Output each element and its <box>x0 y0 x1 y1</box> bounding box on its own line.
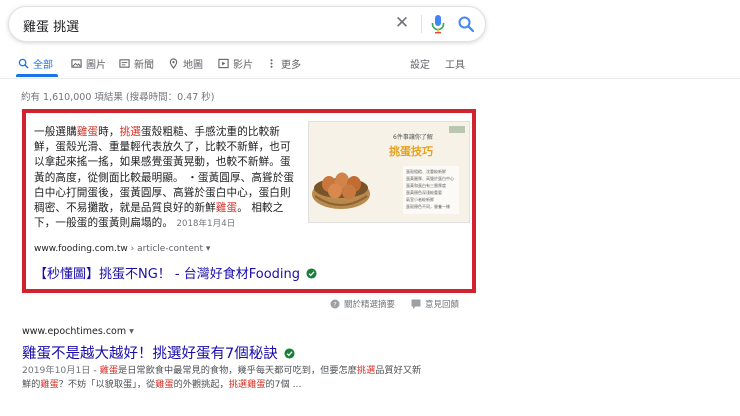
highlighted-term: 雞蛋 <box>155 379 174 390</box>
snippet-title: 【秒懂圖】挑蛋不NG！ - 台灣好食材Fooding <box>34 267 301 282</box>
result-url[interactable]: www.epochtimes.com ▾ <box>22 326 134 337</box>
about-label: 關於精選摘要 <box>344 300 396 310</box>
snippet-fragment: 的外觀挑起， <box>173 379 229 390</box>
video-icon <box>218 58 229 69</box>
snippet-fragment: 鮮的 <box>22 379 41 390</box>
tab-images[interactable]: 圖片 <box>71 56 106 71</box>
image-item: 蛋黃圓厚、高聳於蛋白中心 <box>406 175 454 181</box>
image-item: 蛋黃和蛋白有三層厚度 <box>406 182 446 188</box>
settings-link[interactable]: 設定 <box>410 56 430 71</box>
tools-link[interactable]: 工具 <box>445 56 465 71</box>
snippet-fragment: 蛋殼粗糙、手感沈重的比較新鮮，蛋殼光滑、重量輕代表放久了，比較不新鮮，也可以拿起… <box>34 126 295 215</box>
tab-news[interactable]: 新聞 <box>119 56 154 71</box>
image-header: 6件事讓你了解 <box>393 133 433 141</box>
egg-basket-illustration: 6件事讓你了解 挑蛋技巧 蛋殼粗糙、沈重較新鮮 蛋黃圓厚、高聳於蛋白中心 蛋黃和… <box>309 122 469 222</box>
tab-maps[interactable]: 地圖 <box>168 56 203 71</box>
snippet-date: 2018年1月4日 <box>176 219 236 230</box>
tab-all[interactable]: 全部 <box>18 56 53 71</box>
verified-badge-icon <box>284 348 295 359</box>
tab-label: 全部 <box>33 60 53 71</box>
logo-mark <box>449 126 465 133</box>
chevron-down-icon[interactable]: ▾ <box>129 326 134 337</box>
tab-videos[interactable]: 影片 <box>218 56 253 71</box>
snippet-image[interactable]: 6件事讓你了解 挑蛋技巧 蛋殼粗糙、沈重較新鮮 蛋黃圓厚、高聳於蛋白中心 蛋黃和… <box>308 121 470 223</box>
highlighted-term: 雞蛋 <box>215 202 238 215</box>
result-date: 2019年10月1日 <box>22 365 91 376</box>
url-domain: www.epochtimes.com <box>22 326 127 337</box>
snippet-fragment: - <box>90 365 100 376</box>
feedback-label: 意見回饋 <box>425 300 460 310</box>
highlighted-term: 雞蛋 <box>40 379 59 390</box>
snippet-fragment: 時， <box>98 126 120 138</box>
snippet-fragment: ？不妨「以貌取蛋」，從 <box>58 379 156 390</box>
image-item: 蛋黃顏色深淺較重要 <box>406 189 442 195</box>
highlighted-term: 挑選雞蛋 <box>228 379 266 390</box>
verified-badge-icon <box>306 268 317 279</box>
result-title: 雞蛋不是越大越好！挑選好蛋有7個秘訣 <box>22 346 278 362</box>
feedback-link[interactable]: 意見回饋 <box>411 298 459 310</box>
highlighted-term: 挑選 <box>356 365 376 376</box>
snippet-fragment: 是日常飲食中最常見的食物，幾乎每天都可吃到，但要怎麼 <box>118 365 357 376</box>
highlighted-term: 雞蛋 <box>99 365 119 376</box>
tab-more[interactable]: 更多 <box>266 56 301 71</box>
active-tab-indicator <box>16 74 58 77</box>
url-domain: www.fooding.com.tw <box>34 244 128 254</box>
tab-label: 新聞 <box>134 60 154 71</box>
highlighted-term: 挑選 <box>119 126 141 138</box>
snippet-fragment: 品質好又新 <box>375 365 422 376</box>
result-title-link[interactable]: 雞蛋不是越大越好！挑選好蛋有7個秘訣 <box>22 342 295 363</box>
image-title: 挑蛋技巧 <box>389 144 433 158</box>
snippet-text: 一般選購雞蛋時，挑選蛋殼粗糙、手感沈重的比較新鮮，蛋殼光滑、重量輕代表放久了，比… <box>34 125 298 232</box>
image-item: 蛋殼粗糙、沈重較新鮮 <box>406 168 446 174</box>
svg-text:?: ? <box>333 301 336 309</box>
tab-label: 更多 <box>281 60 301 71</box>
url-path: › article-content <box>127 244 204 254</box>
search-input[interactable]: 雞蛋 挑選 <box>23 16 79 35</box>
search-bar[interactable]: 雞蛋 挑選 ✕ <box>8 6 486 42</box>
news-icon <box>119 59 130 68</box>
snippet-fragment: 一般選購 <box>34 126 77 138</box>
clear-icon[interactable]: ✕ <box>393 14 411 32</box>
search-icon[interactable] <box>457 15 475 33</box>
featured-snippet: 一般選購雞蛋時，挑選蛋殼粗糙、手感沈重的比較新鮮，蛋殼光滑、重量輕代表放久了，比… <box>22 109 476 293</box>
snippet-url[interactable]: www.fooding.com.tw › article-content ▾ <box>34 244 210 254</box>
chevron-down-icon[interactable]: ▾ <box>206 244 211 254</box>
search-icon <box>18 58 29 69</box>
result-stats: 約有 1,610,000 項結果 (搜尋時間：0.47 秒) <box>21 92 215 103</box>
about-snippets-link[interactable]: ? 關於精選摘要 <box>330 298 395 310</box>
image-icon <box>71 59 82 68</box>
tab-label: 影片 <box>233 60 253 71</box>
help-icon: ? <box>330 299 340 309</box>
result-snippet: 2019年10月1日 - 雞蛋是日常飲食中最常見的食物，幾乎每天都可吃到，但要怎… <box>22 364 452 392</box>
divider <box>421 15 422 33</box>
map-pin-icon <box>169 58 178 69</box>
tools-label: 工具 <box>445 60 465 71</box>
more-icon <box>270 59 273 68</box>
image-item: 氣室小者較新鮮 <box>406 196 434 202</box>
tab-label: 地圖 <box>183 60 203 71</box>
snippet-fragment: 的7個 ... <box>265 379 302 390</box>
tab-label: 圖片 <box>86 60 106 71</box>
feedback-icon <box>411 299 421 309</box>
highlighted-term: 雞蛋 <box>76 126 99 138</box>
image-item: 蛋殼顏色不同，營養一樣 <box>406 203 450 209</box>
microphone-icon[interactable] <box>429 14 447 34</box>
search-tabs: 全部 圖片 新聞 地圖 影片 更多 設定 工具 <box>0 52 740 79</box>
settings-label: 設定 <box>410 60 430 71</box>
snippet-title-link[interactable]: 【秒懂圖】挑蛋不NG！ - 台灣好食材Fooding <box>34 263 317 282</box>
